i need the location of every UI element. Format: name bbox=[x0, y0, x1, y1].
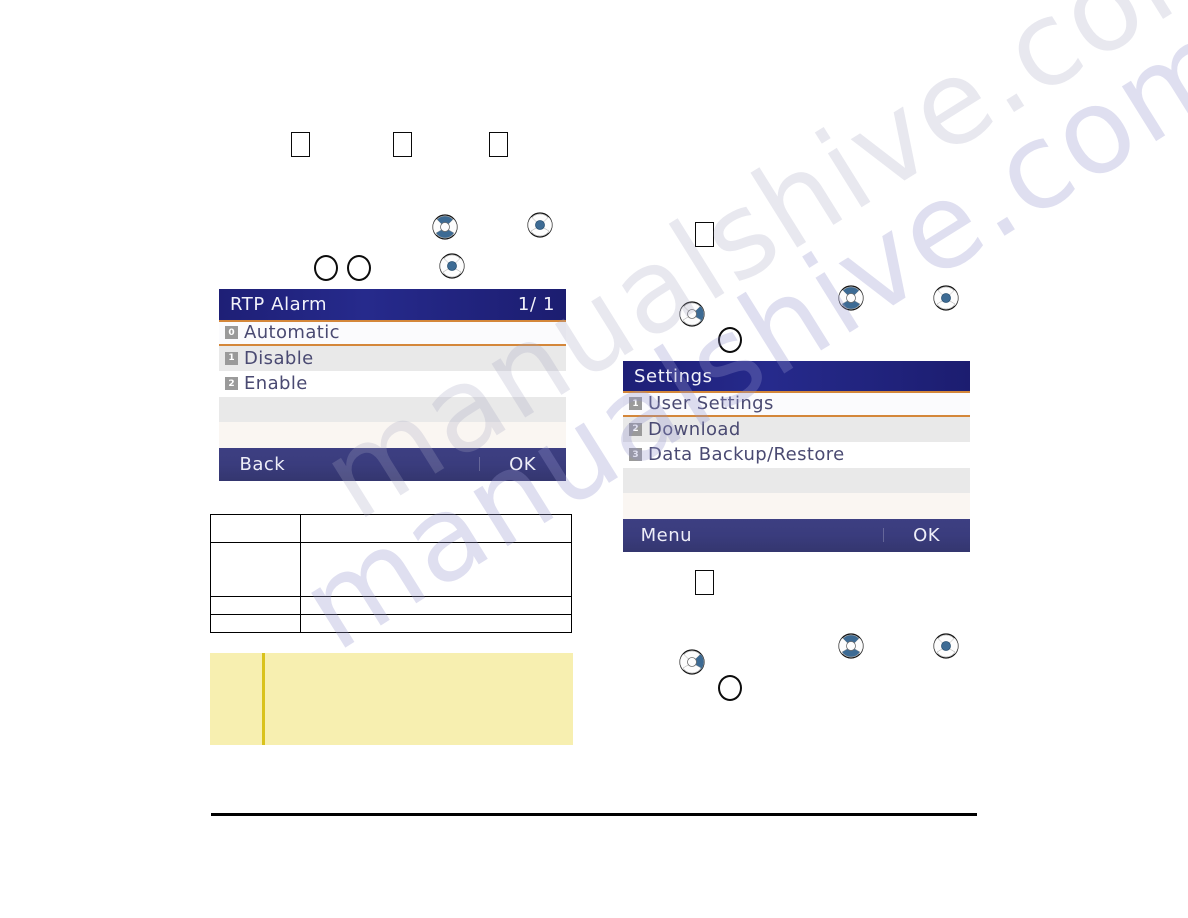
nav-pad-center-icon bbox=[527, 212, 553, 238]
nav-pad-updown-icon bbox=[838, 633, 864, 659]
missing-glyph-box-icon bbox=[695, 570, 714, 595]
menu-item-label: Automatic bbox=[244, 322, 340, 344]
round-key-icon bbox=[347, 255, 371, 281]
nav-pad-updown-icon bbox=[838, 285, 864, 311]
page-watermark: manualshive.com manualshive.com bbox=[0, 0, 1188, 918]
menu-item-label: Enable bbox=[244, 373, 308, 395]
table-row bbox=[210, 542, 572, 597]
menu-item[interactable]: 2 Download bbox=[623, 416, 970, 442]
screen-header: Settings bbox=[623, 361, 970, 391]
softkey-ok[interactable]: OK bbox=[883, 525, 970, 546]
footer-divider bbox=[211, 813, 977, 816]
menu-item[interactable]: 2 Enable bbox=[219, 371, 566, 397]
table-cell-value bbox=[300, 542, 572, 597]
page-title: Settings bbox=[634, 365, 713, 387]
nav-pad-updown-icon bbox=[432, 214, 458, 240]
menu-item-empty bbox=[623, 493, 970, 519]
table-cell-value bbox=[300, 514, 572, 543]
table-row bbox=[210, 514, 572, 543]
menu-item[interactable]: 1 User Settings bbox=[623, 391, 970, 417]
menu-item-index-badge: 1 bbox=[225, 351, 238, 365]
nav-pad-center-icon bbox=[439, 253, 465, 279]
table-cell-value bbox=[300, 614, 572, 633]
phone-screen-settings: Settings 1 User Settings 2 Download 3 Data Ba… bbox=[623, 361, 970, 557]
menu-item-empty bbox=[219, 422, 566, 448]
menu-item-index-badge: 2 bbox=[629, 422, 642, 436]
menu-item-empty bbox=[623, 467, 970, 493]
menu-item-index-badge: 2 bbox=[225, 377, 238, 391]
menu-item-index-badge: 1 bbox=[629, 397, 642, 411]
table-row bbox=[210, 614, 572, 633]
table-cell-key bbox=[210, 542, 301, 597]
phone-screen-rtp-alarm: RTP Alarm 1/ 1 0 Automatic 1 Disable 2 Enable… bbox=[219, 289, 566, 487]
round-key-icon bbox=[718, 675, 742, 701]
screen-header: RTP Alarm 1/ 1 bbox=[219, 289, 566, 320]
menu-list: 1 User Settings 2 Download 3 Data Backup/Rest… bbox=[623, 391, 970, 519]
menu-item-label: Download bbox=[648, 418, 741, 440]
nav-pad-right-icon bbox=[679, 301, 705, 327]
softkey-ok[interactable]: OK bbox=[479, 454, 566, 475]
round-key-icon bbox=[314, 255, 338, 281]
menu-list: 0 Automatic 1 Disable 2 Enable bbox=[219, 320, 566, 448]
spec-table bbox=[210, 514, 572, 633]
table-cell-key bbox=[210, 514, 301, 543]
note-callout bbox=[210, 653, 573, 745]
round-key-icon bbox=[718, 327, 742, 353]
table-cell-value bbox=[300, 596, 572, 615]
menu-item-label: Disable bbox=[244, 347, 314, 369]
missing-glyph-box-icon bbox=[291, 132, 310, 157]
nav-pad-right-icon bbox=[679, 649, 705, 675]
softkey-menu[interactable]: Menu bbox=[623, 525, 710, 546]
missing-glyph-box-icon bbox=[695, 222, 714, 247]
page-indicator: 1/ 1 bbox=[517, 294, 555, 315]
softkey-bar: Menu OK bbox=[623, 518, 970, 552]
table-cell-key bbox=[210, 596, 301, 615]
menu-item-label: Data Backup/Restore bbox=[648, 444, 845, 466]
menu-item[interactable]: 1 Disable bbox=[219, 345, 566, 371]
table-row bbox=[210, 596, 572, 615]
table-cell-key bbox=[210, 614, 301, 633]
menu-item[interactable]: 3 Data Backup/Restore bbox=[623, 442, 970, 468]
menu-item-index-badge: 0 bbox=[225, 326, 238, 340]
menu-item-label: User Settings bbox=[648, 393, 774, 415]
softkey-back[interactable]: Back bbox=[219, 454, 306, 475]
menu-item[interactable]: 0 Automatic bbox=[219, 320, 566, 346]
page-title: RTP Alarm bbox=[230, 294, 328, 315]
nav-pad-center-icon bbox=[933, 633, 959, 659]
missing-glyph-box-icon bbox=[393, 132, 412, 157]
nav-pad-center-icon bbox=[933, 285, 959, 311]
menu-item-empty bbox=[219, 396, 566, 422]
softkey-bar: Back OK bbox=[219, 447, 566, 481]
menu-item-index-badge: 3 bbox=[629, 448, 642, 462]
note-accent-rule bbox=[262, 653, 265, 745]
missing-glyph-box-icon bbox=[489, 132, 508, 157]
